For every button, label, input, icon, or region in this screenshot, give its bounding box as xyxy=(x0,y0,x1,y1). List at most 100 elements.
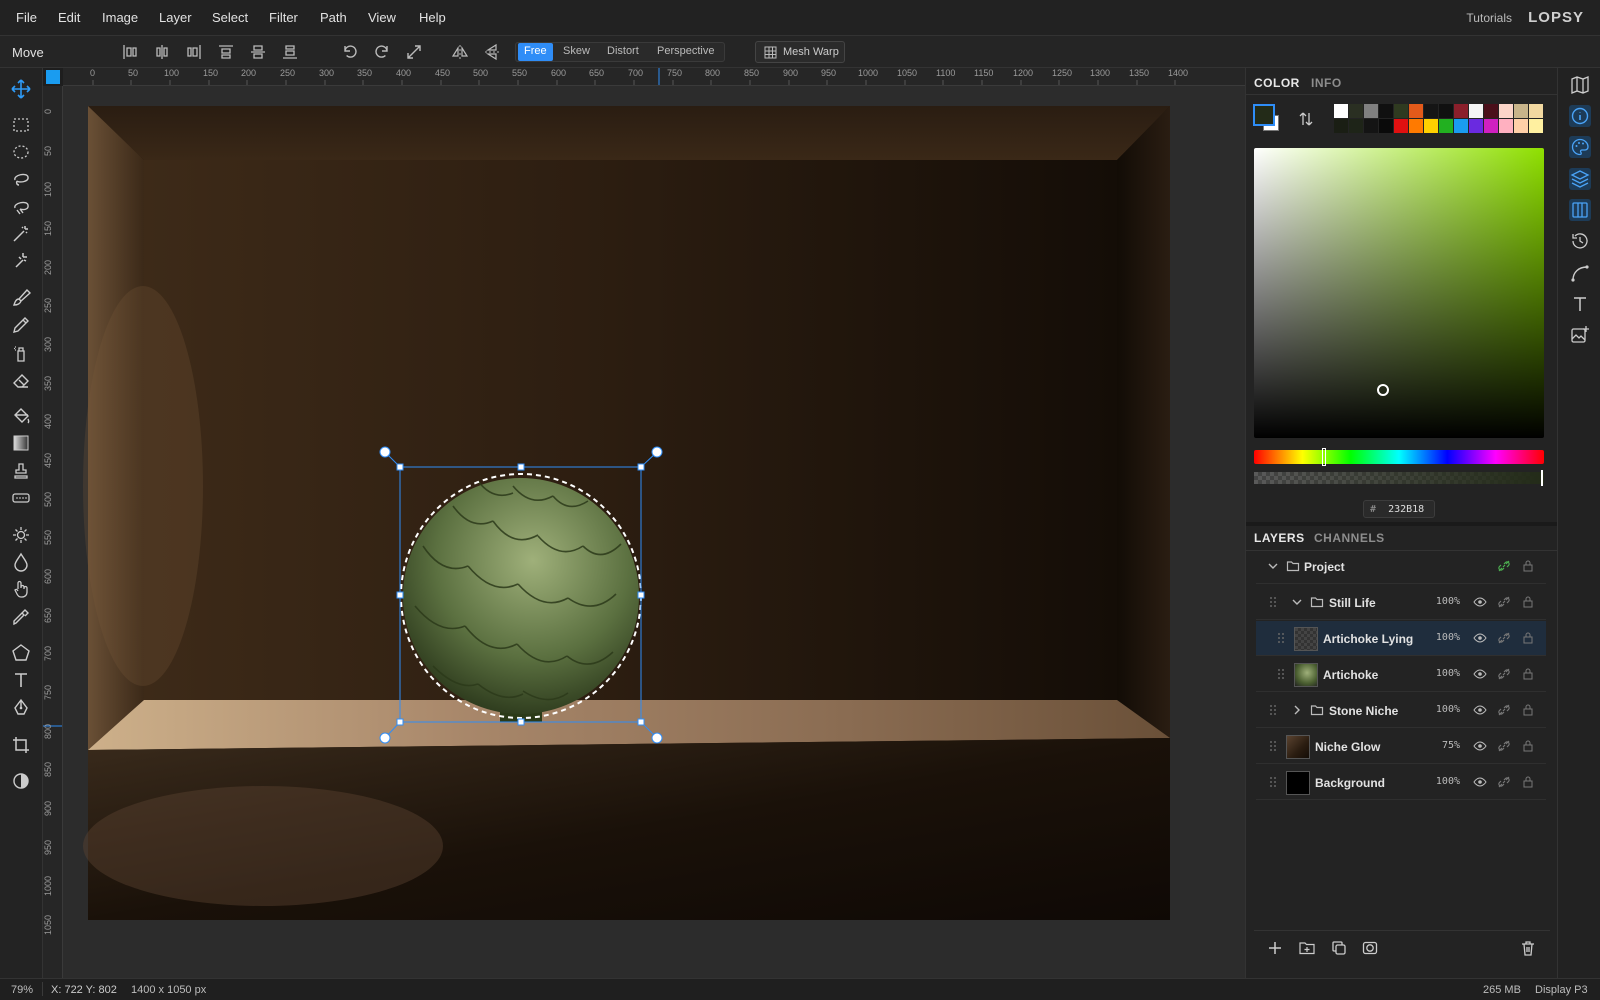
color-swatch[interactable] xyxy=(1529,119,1543,133)
rect-select-icon[interactable] xyxy=(10,114,32,136)
align-top-icon[interactable] xyxy=(216,42,236,62)
history-icon[interactable] xyxy=(1569,230,1591,252)
link-icon[interactable] xyxy=(1497,703,1511,717)
color-swatch[interactable] xyxy=(1349,104,1363,118)
duplicate-icon[interactable] xyxy=(1330,939,1348,957)
drag-handle-icon[interactable] xyxy=(1274,631,1288,645)
contrast-icon[interactable] xyxy=(10,770,32,792)
lock-icon[interactable] xyxy=(1521,631,1535,645)
chevron-down-icon[interactable] xyxy=(1290,595,1304,609)
menu-view[interactable]: View xyxy=(368,10,396,25)
eye-icon[interactable] xyxy=(1473,775,1487,789)
eye-icon[interactable] xyxy=(1473,739,1487,753)
alpha-slider[interactable] xyxy=(1254,472,1544,484)
gradient-icon[interactable] xyxy=(10,432,32,454)
color-swatch[interactable] xyxy=(1379,119,1393,133)
drag-handle-icon[interactable] xyxy=(1266,703,1280,717)
layer-row-project[interactable]: Project xyxy=(1256,549,1546,584)
crop-icon[interactable] xyxy=(10,734,32,756)
zoom-level[interactable]: 79% xyxy=(11,984,33,996)
color-swatch[interactable] xyxy=(1409,119,1423,133)
lock-icon[interactable] xyxy=(1521,559,1535,573)
eye-icon[interactable] xyxy=(1473,667,1487,681)
columns-icon[interactable] xyxy=(1569,199,1591,221)
color-swatch[interactable] xyxy=(1364,104,1378,118)
lock-icon[interactable] xyxy=(1521,739,1535,753)
magnetic-lasso-icon[interactable] xyxy=(10,196,32,218)
mode-perspective-button[interactable]: Perspective xyxy=(651,43,720,61)
eye-icon[interactable] xyxy=(1473,703,1487,717)
layer-row-stone-niche[interactable]: Stone Niche 100% xyxy=(1256,693,1546,728)
color-swatch[interactable] xyxy=(1424,104,1438,118)
magic-wand-icon[interactable] xyxy=(10,223,32,245)
trash-icon[interactable] xyxy=(1519,939,1537,957)
color-swatch[interactable] xyxy=(1334,119,1348,133)
move-icon[interactable] xyxy=(10,78,32,100)
color-swatch[interactable] xyxy=(1484,104,1498,118)
clone-stamp-icon[interactable] xyxy=(10,460,32,482)
color-swatch[interactable] xyxy=(1394,104,1408,118)
lock-icon[interactable] xyxy=(1521,703,1535,717)
align-center-h-icon[interactable] xyxy=(152,42,172,62)
hue-slider-handle[interactable] xyxy=(1322,448,1326,466)
mode-free-button[interactable]: Free xyxy=(518,43,553,61)
lock-icon[interactable] xyxy=(1521,667,1535,681)
link-icon[interactable] xyxy=(1497,595,1511,609)
color-swatch[interactable] xyxy=(1454,119,1468,133)
menu-layer[interactable]: Layer xyxy=(159,10,192,25)
lasso-icon[interactable] xyxy=(10,168,32,190)
eye-icon[interactable] xyxy=(1473,595,1487,609)
drag-handle-icon[interactable] xyxy=(1274,667,1288,681)
eye-icon[interactable] xyxy=(1473,631,1487,645)
layer-row-background[interactable]: Background 100% xyxy=(1256,765,1546,800)
flip-vertical-icon[interactable] xyxy=(482,42,502,62)
layer-row-still-life[interactable]: Still Life 100% xyxy=(1256,585,1546,620)
dodge-icon[interactable] xyxy=(10,524,32,546)
layer-row-artichoke[interactable]: Artichoke 100% xyxy=(1256,657,1546,692)
tab-layers[interactable]: LAYERS xyxy=(1254,531,1305,545)
color-swatch[interactable] xyxy=(1484,119,1498,133)
pencil-icon[interactable] xyxy=(10,314,32,336)
color-swatch[interactable] xyxy=(1514,119,1528,133)
alpha-slider-handle[interactable] xyxy=(1541,470,1543,486)
color-swatch[interactable] xyxy=(1499,119,1513,133)
color-swatch[interactable] xyxy=(1529,104,1543,118)
tab-channels[interactable]: CHANNELS xyxy=(1314,531,1385,545)
blur-icon[interactable] xyxy=(10,551,32,573)
hex-input[interactable]: # 232B18 xyxy=(1363,500,1435,518)
flip-horizontal-icon[interactable] xyxy=(450,42,470,62)
canvas-area[interactable] xyxy=(63,86,1245,978)
color-swatch[interactable] xyxy=(1349,119,1363,133)
new-group-icon[interactable] xyxy=(1298,939,1316,957)
color-swatch[interactable] xyxy=(1379,104,1393,118)
menu-help[interactable]: Help xyxy=(419,10,446,25)
mode-skew-button[interactable]: Skew xyxy=(557,43,596,61)
spray-icon[interactable] xyxy=(10,342,32,364)
drag-handle-icon[interactable] xyxy=(1266,739,1280,753)
chevron-down-icon[interactable] xyxy=(1266,559,1280,573)
menu-edit[interactable]: Edit xyxy=(58,10,80,25)
book-icon[interactable] xyxy=(1569,74,1591,96)
eyedropper-icon[interactable] xyxy=(10,606,32,628)
color-swatch[interactable] xyxy=(1499,104,1513,118)
mask-icon[interactable] xyxy=(1361,939,1379,957)
lock-icon[interactable] xyxy=(1521,595,1535,609)
color-swatch[interactable] xyxy=(1514,104,1528,118)
color-swatch[interactable] xyxy=(1439,119,1453,133)
link-icon[interactable] xyxy=(1497,739,1511,753)
expand-icon[interactable] xyxy=(404,42,424,62)
info-icon[interactable] xyxy=(1569,105,1591,127)
text-icon[interactable] xyxy=(1569,293,1591,315)
tutorials-link[interactable]: Tutorials xyxy=(1466,11,1512,25)
mesh-warp-button[interactable]: Mesh Warp xyxy=(755,41,845,63)
shape-icon[interactable] xyxy=(10,642,32,664)
document-canvas[interactable] xyxy=(63,86,1245,978)
color-swatch[interactable] xyxy=(1469,104,1483,118)
color-swatch[interactable] xyxy=(1439,104,1453,118)
menu-select[interactable]: Select xyxy=(212,10,248,25)
color-swatch[interactable] xyxy=(1334,104,1348,118)
color-swatch[interactable] xyxy=(1424,119,1438,133)
color-swatch[interactable] xyxy=(1394,119,1408,133)
rotate-ccw-icon[interactable] xyxy=(340,42,360,62)
quick-select-icon[interactable] xyxy=(10,250,32,272)
